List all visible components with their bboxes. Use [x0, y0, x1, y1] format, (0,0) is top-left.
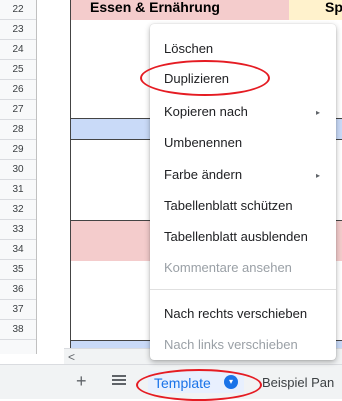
column-border — [70, 0, 71, 354]
row-number[interactable]: 31 — [0, 180, 36, 200]
menu-item-rename[interactable]: Umbenennen — [164, 135, 242, 150]
row-number[interactable]: 32 — [0, 200, 36, 220]
row-number[interactable]: 24 — [0, 40, 36, 60]
menu-separator — [150, 289, 336, 290]
row-number[interactable]: 25 — [0, 60, 36, 80]
row-number[interactable]: 37 — [0, 300, 36, 320]
annotation-circle-duplicate — [140, 60, 270, 96]
menu-item-label: Kopieren nach — [164, 104, 248, 119]
row-number[interactable]: 23 — [0, 20, 36, 40]
menu-item-delete[interactable]: Löschen — [164, 41, 213, 56]
menu-item-hide-sheet[interactable]: Tabellenblatt ausblenden — [164, 229, 308, 244]
menu-item-label: Farbe ändern — [164, 167, 243, 182]
all-sheets-menu-icon[interactable] — [112, 373, 126, 387]
row-number[interactable]: 36 — [0, 280, 36, 300]
row-number[interactable]: 38 — [0, 320, 36, 340]
column-header-sport[interactable]: Sport — [289, 0, 342, 20]
row-number-column: 22 23 24 25 26 27 28 29 30 31 32 33 34 3… — [0, 0, 37, 354]
menu-item-move-right[interactable]: Nach rechts verschieben — [164, 306, 307, 321]
menu-item-view-comments: Kommentare ansehen — [164, 260, 292, 275]
row-number[interactable]: 22 — [0, 0, 36, 20]
menu-item-change-color[interactable]: Farbe ändern ▸ — [164, 167, 336, 182]
row-number[interactable]: 30 — [0, 160, 36, 180]
scroll-left-icon[interactable]: < — [68, 349, 75, 365]
row-number[interactable]: 35 — [0, 260, 36, 280]
annotation-circle-template-tab — [136, 369, 262, 401]
menu-item-protect-sheet[interactable]: Tabellenblatt schützen — [164, 198, 293, 213]
column-header-essen[interactable]: Essen & Ernährung — [70, 0, 290, 20]
add-sheet-button[interactable]: + — [76, 372, 87, 390]
submenu-arrow-icon: ▸ — [315, 108, 320, 117]
submenu-arrow-icon: ▸ — [315, 171, 320, 180]
menu-item-copy-to[interactable]: Kopieren nach ▸ — [164, 104, 336, 119]
row-number[interactable]: 34 — [0, 240, 36, 260]
row-number[interactable]: 33 — [0, 220, 36, 240]
row-number[interactable]: 29 — [0, 140, 36, 160]
row-number[interactable]: 27 — [0, 100, 36, 120]
sheet-tab-beispiel[interactable]: Beispiel Pan — [262, 375, 334, 390]
row-number[interactable]: 26 — [0, 80, 36, 100]
row-number[interactable]: 28 — [0, 120, 36, 140]
menu-item-move-left: Nach links verschieben — [164, 337, 298, 352]
